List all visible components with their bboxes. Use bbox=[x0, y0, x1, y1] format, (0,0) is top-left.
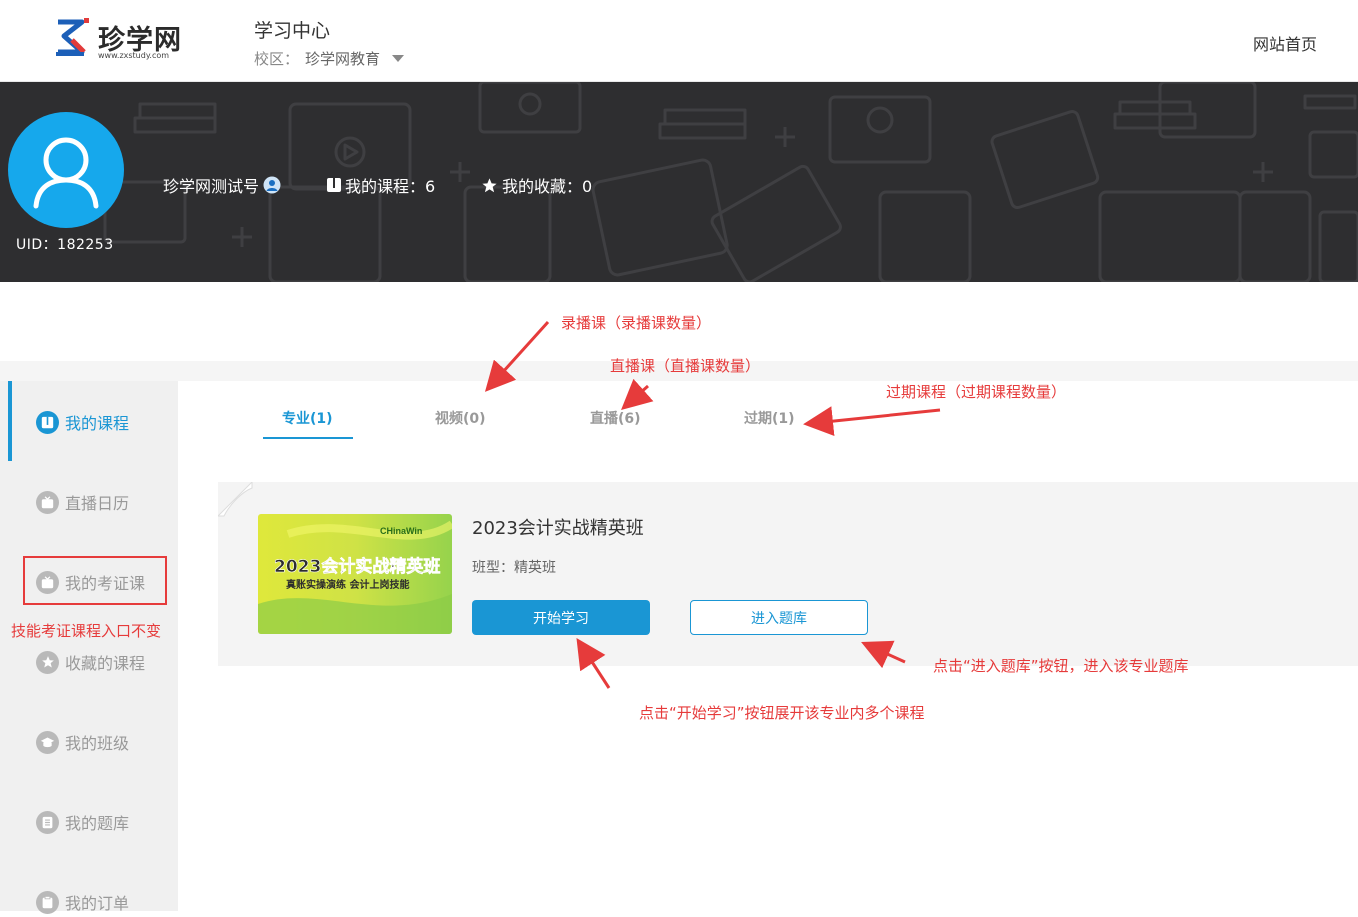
page-curl-icon bbox=[218, 482, 253, 517]
graduation-cap-icon bbox=[36, 730, 59, 754]
user-name-text: 珍学网测试号 bbox=[163, 177, 260, 196]
annotation-bank-note: 点击“进入题库”按钮，进入该专业题库 bbox=[933, 657, 1189, 675]
star-icon bbox=[36, 650, 59, 674]
top-header: 珍学网 www.zxstudy.com 学习中心 校区： 珍学网教育 网站首页 bbox=[0, 0, 1358, 82]
logo-mark-icon bbox=[56, 18, 89, 56]
list-icon bbox=[36, 810, 59, 834]
user-silhouette-icon bbox=[33, 137, 99, 209]
sidebar-active-indicator bbox=[8, 381, 12, 461]
annotation-highlight-box bbox=[23, 556, 167, 605]
campus-label: 校区： bbox=[254, 50, 300, 68]
annotation-expired: 过期课程（过期课程数量） bbox=[886, 383, 1067, 401]
sidebar-item-label: 我的题库 bbox=[65, 814, 130, 833]
my-courses-count[interactable]: 我的课程：6 bbox=[326, 173, 435, 197]
tab-live[interactable]: 直播(6) bbox=[590, 408, 641, 428]
sidebar-item-live-calendar[interactable]: 直播日历 bbox=[36, 487, 176, 517]
sidebar-item-label: 我的课程 bbox=[65, 414, 130, 433]
sidebar-item-label: 直播日历 bbox=[65, 494, 130, 513]
user-name: 珍学网测试号 bbox=[163, 173, 281, 197]
site-logo[interactable]: 珍学网 www.zxstudy.com bbox=[52, 16, 182, 64]
my-courses-label: 我的课程：6 bbox=[345, 177, 436, 196]
sidebar-item-label: 我的班级 bbox=[65, 734, 130, 753]
enter-question-bank-button[interactable]: 进入题库 bbox=[690, 600, 868, 635]
start-learning-button[interactable]: 开始学习 bbox=[472, 600, 650, 635]
sidebar-item-my-courses[interactable]: 我的课程 bbox=[36, 407, 176, 437]
verified-user-icon bbox=[263, 176, 281, 194]
thumbnail-subline: 真账实操演练 会计上岗技能 bbox=[286, 578, 409, 591]
tab-major[interactable]: 专业(1) bbox=[282, 408, 333, 428]
clipboard-icon bbox=[36, 890, 59, 914]
sidebar-item-my-class[interactable]: 我的班级 bbox=[36, 727, 176, 757]
user-uid: UID：182253 bbox=[16, 237, 114, 253]
tv-icon bbox=[36, 490, 59, 514]
my-favorites-label: 我的收藏：0 bbox=[502, 177, 593, 196]
thumbnail-brand: CHinaWin bbox=[380, 526, 422, 536]
course-thumbnail-art: CHinaWin 2023会计实战精英班 真账实操演练 会计上岗技能 bbox=[258, 520, 452, 634]
class-type-label: 班型： bbox=[472, 560, 514, 576]
user-avatar[interactable] bbox=[8, 112, 124, 228]
course-title[interactable]: 2023会计实战精英班 bbox=[472, 514, 644, 540]
tab-video[interactable]: 视频(0) bbox=[435, 408, 486, 428]
thumbnail-headline: 2023会计实战精英班 bbox=[274, 556, 440, 577]
website-home-link[interactable]: 网站首页 bbox=[1253, 31, 1317, 55]
sidebar-item-label: 我的订单 bbox=[65, 894, 130, 913]
sidebar-item-my-orders[interactable]: 我的订单 bbox=[36, 887, 176, 917]
course-class-type: 班型：精英班 bbox=[472, 557, 556, 577]
tab-active-underline bbox=[263, 437, 353, 439]
sidebar-item-question-bank[interactable]: 我的题库 bbox=[36, 807, 176, 837]
page-title: 学习中心 bbox=[254, 20, 331, 42]
annotation-recorded: 录播课（录播课数量） bbox=[561, 314, 712, 332]
annotation-live: 直播课（直播课数量） bbox=[610, 357, 761, 375]
class-type-value: 精英班 bbox=[514, 560, 556, 576]
star-icon bbox=[482, 177, 497, 192]
tab-expired[interactable]: 过期(1) bbox=[744, 408, 795, 428]
annotation-start-note: 点击“开始学习”按钮展开该专业内多个课程 bbox=[639, 704, 925, 722]
annotation-cert-entry: 技能考证课程入口不变 bbox=[11, 622, 162, 640]
sidebar-item-favorite-courses[interactable]: 收藏的课程 bbox=[36, 647, 176, 677]
book-icon bbox=[327, 178, 341, 192]
sidebar-item-label: 收藏的课程 bbox=[65, 654, 146, 673]
campus-value: 珍学网教育 bbox=[305, 50, 381, 68]
book-icon bbox=[36, 410, 59, 434]
campus-selector[interactable]: 校区： 珍学网教育 bbox=[254, 48, 405, 69]
logo-url: www.zxstudy.com bbox=[98, 51, 170, 60]
course-thumbnail[interactable]: CHinaWin 2023会计实战精英班 真账实操演练 会计上岗技能 bbox=[258, 514, 452, 634]
my-favorites-count[interactable]: 我的收藏：0 bbox=[481, 173, 592, 197]
caret-down-icon bbox=[392, 55, 405, 62]
